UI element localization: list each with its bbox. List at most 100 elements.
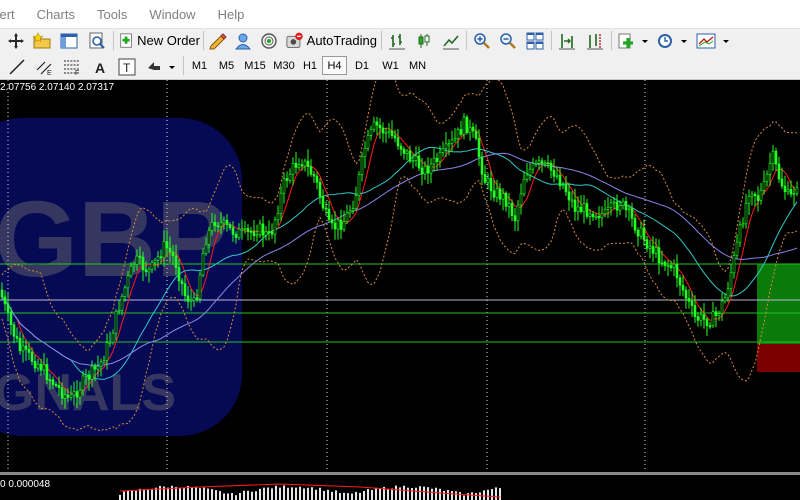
candle-body [534,162,538,165]
line-studies-toolbar: E F A T M1 M5 M15 M30 H1 H4 D1 W1 MN [0,52,800,80]
timeframe-m30[interactable]: M30 [270,56,298,75]
candle-body [21,345,25,352]
candle-body [714,311,718,316]
candle-body [96,366,100,370]
candle-body [546,162,550,165]
candle-body [504,192,508,207]
menu-help[interactable]: Help [207,7,256,22]
candle-body [777,163,781,180]
candle-body [450,139,454,144]
candle-body [687,297,691,302]
zoom-in-icon[interactable] [471,30,493,51]
auto-scroll-icon[interactable] [556,30,578,51]
candle-body [99,361,103,367]
candle-body [660,261,664,264]
indicators-list-button[interactable] [616,30,650,51]
candle-body [555,174,559,177]
candle-body [759,190,763,201]
periods-clock-button[interactable] [655,30,689,51]
bar-chart-icon[interactable] [386,30,408,51]
zoom-out-icon[interactable] [497,30,519,51]
timeframe-w1[interactable]: W1 [378,56,403,75]
templates-button[interactable] [695,30,731,51]
candle-body [114,311,118,334]
candle-body [285,178,289,181]
candle-body [333,222,337,230]
equidistant-channel-icon[interactable]: E [33,56,57,77]
candle-body [126,275,130,289]
candle-body [417,155,421,169]
arrows-button[interactable] [143,56,179,77]
candle-body [192,297,196,301]
crosshair-move-icon[interactable] [5,30,27,51]
new-order-button[interactable]: New Order [118,30,200,51]
candle-body [51,379,55,385]
market-watch-icon[interactable] [232,30,254,51]
candle-body [510,203,514,216]
candle-body [366,135,370,149]
candle-body [465,116,469,133]
signals-radio-icon[interactable] [258,30,280,51]
candle-body [369,128,373,136]
candle-body [678,277,682,286]
candle-body [39,363,43,371]
candle-body [648,245,652,249]
timeframe-m5[interactable]: M5 [214,56,239,75]
svg-text:A: A [95,60,105,76]
chart-shift-icon[interactable] [584,30,606,51]
line-chart-icon[interactable] [440,30,462,51]
candle-body [537,160,541,164]
candle-body [339,219,343,230]
trend-line-icon[interactable] [6,56,28,77]
candle-body [312,173,316,177]
candle-body [609,202,613,208]
candle-body [618,205,622,211]
candle-body [342,221,346,230]
strategy-tester-icon[interactable] [86,30,108,51]
candle-body [624,201,628,211]
candle-body [708,325,712,328]
candle-body [156,256,160,261]
candle-body [441,148,445,153]
metaeditor-pencil-icon[interactable] [207,30,229,51]
candle-body [378,124,382,129]
timeframe-d1[interactable]: D1 [350,56,374,75]
price-chart[interactable]: GBP GNALS [0,80,800,472]
candle-body [300,164,304,167]
timeframe-h1[interactable]: H1 [299,56,321,75]
candle-body [207,230,211,245]
text-label-icon[interactable]: T [116,56,138,77]
text-icon[interactable]: A [89,56,111,77]
candle-body [270,232,274,235]
candle-body [705,319,709,326]
tile-windows-icon[interactable] [524,30,546,51]
candle-body [36,363,40,369]
timeframe-h4[interactable]: H4 [322,56,347,75]
candlestick-chart-icon[interactable] [413,30,435,51]
candle-body [354,195,358,209]
fibonacci-icon[interactable]: F [61,56,83,77]
menu-charts[interactable]: Charts [26,7,86,22]
favorites-star-icon[interactable] [31,30,53,51]
candle-body [576,206,580,212]
candle-body [12,324,16,337]
autotrading-button[interactable]: AutoTrading [285,30,377,51]
menu-window[interactable]: Window [138,7,206,22]
candle-body [522,178,526,195]
candle-body [672,263,676,269]
candle-body [105,342,109,361]
svg-text:F: F [75,70,79,76]
timeframe-m15[interactable]: M15 [241,56,269,75]
timeframe-mn[interactable]: MN [405,56,430,75]
indicator-window[interactable] [0,475,800,500]
timeframe-m1[interactable]: M1 [187,56,212,75]
menu-tools[interactable]: Tools [86,7,138,22]
menu-insert[interactable]: sert [0,7,26,22]
candle-body [720,300,724,314]
candle-body [711,311,715,326]
candle-body [351,208,355,212]
candle-body [0,289,4,298]
candle-body [123,287,127,297]
candle-body [519,193,523,206]
navigator-window-icon[interactable] [58,30,80,51]
